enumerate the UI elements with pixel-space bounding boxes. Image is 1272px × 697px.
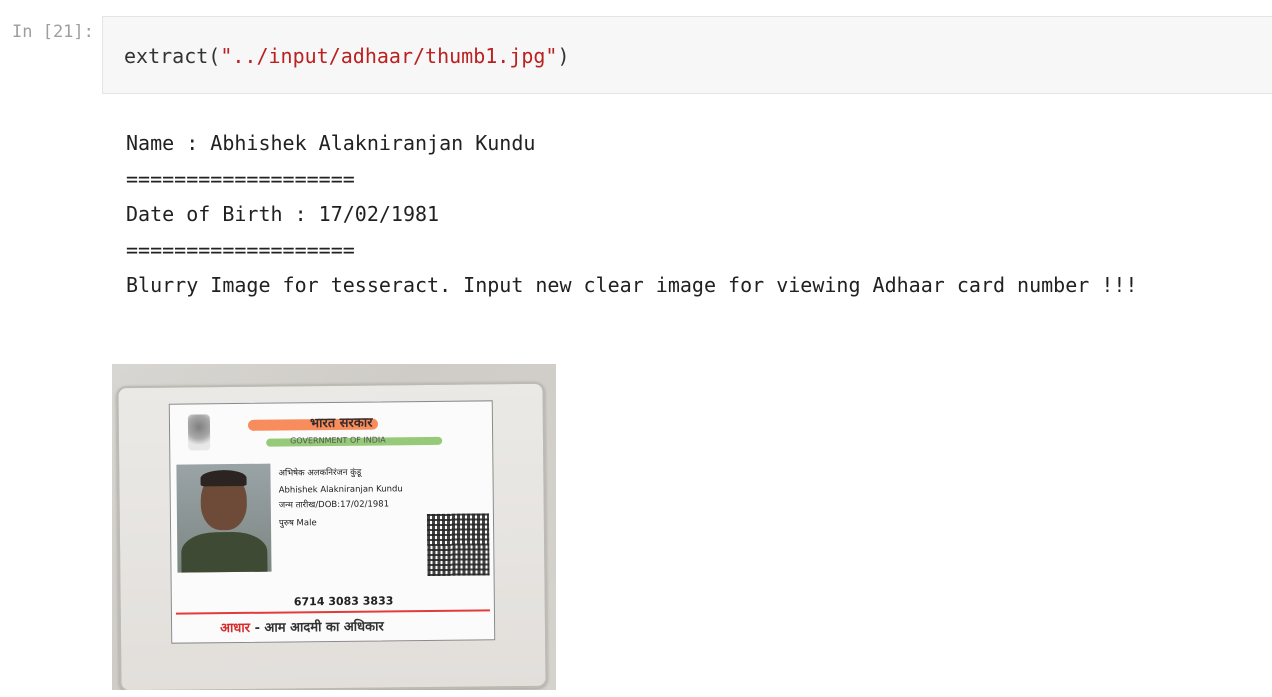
- code-input-area[interactable]: extract("../input/adhaar/thumb1.jpg"): [102, 16, 1272, 94]
- qr-code-icon: [426, 513, 490, 577]
- code-line[interactable]: extract("../input/adhaar/thumb1.jpg"): [124, 43, 570, 69]
- input-prompt: In [21]:: [12, 22, 94, 42]
- photo-hair: [200, 469, 247, 487]
- card-hindi-name: अभिषेक अलकनिरंजन कुंडू: [278, 467, 362, 479]
- output-separator: ===================: [126, 237, 355, 262]
- card-name: Abhishek Alakniranjan Kundu: [278, 484, 403, 496]
- code-string-arg: "../input/adhaar/thumb1.jpg": [220, 44, 558, 68]
- card-photo: [176, 463, 272, 573]
- cell-output: Name : Abhishek Alakniranjan Kundu =====…: [126, 126, 1266, 304]
- card-gender: पुरुष Male: [278, 518, 317, 529]
- photo-body: [181, 531, 268, 573]
- output-image: भारत सरकार GOVERNMENT OF INDIA अभिषेक अल…: [112, 364, 556, 690]
- card-footer-aadhaar: आधार: [220, 620, 251, 637]
- output-separator: ===================: [126, 166, 355, 191]
- output-name-line: Name : Abhishek Alakniranjan Kundu: [126, 131, 536, 155]
- emblem-icon: [187, 414, 211, 451]
- card-number: 6714 3083 3833: [293, 594, 394, 609]
- card-footer: आधार - आम आदमी का अधिकार: [220, 616, 384, 636]
- card-hindi-title: भारत सरकार: [309, 415, 373, 432]
- aadhaar-card: भारत सरकार GOVERNMENT OF INDIA अभिषेक अल…: [168, 400, 496, 644]
- output-warning-line: Blurry Image for tesseract. Input new cl…: [126, 273, 1138, 297]
- output-dob-line: Date of Birth : 17/02/1981: [126, 202, 440, 226]
- code-function: extract(: [124, 44, 221, 68]
- card-government-text: GOVERNMENT OF INDIA: [290, 435, 386, 446]
- card-red-divider: [175, 609, 490, 615]
- card-dob: जन्म तारीख/DOB:17/02/1981: [278, 499, 390, 511]
- code-close-paren: ): [557, 44, 570, 68]
- card-footer-tagline: - आम आदमी का अधिकार: [249, 619, 384, 636]
